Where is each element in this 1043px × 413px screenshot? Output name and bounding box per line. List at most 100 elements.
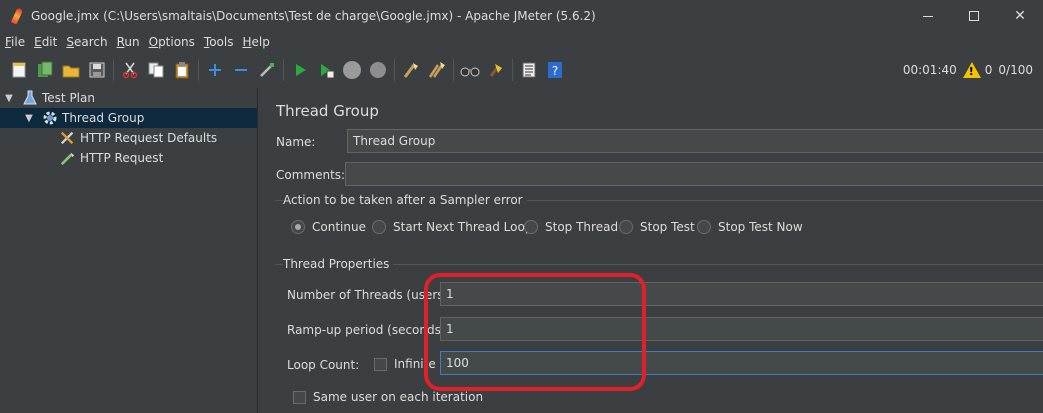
rampup-label: Ramp-up period (seconds (287, 323, 441, 337)
radio-label: Start Next Thread Loop (393, 220, 533, 234)
copy-icon (148, 62, 164, 78)
menu-tools[interactable]: Tools (204, 35, 234, 49)
shutdown-icon (370, 62, 386, 78)
open-icon (62, 65, 80, 78)
cut-button[interactable] (119, 59, 141, 81)
infinite-label: Infinite (394, 357, 436, 371)
radio-stop-test-now[interactable]: Stop Test Now (697, 220, 803, 234)
maximize-button[interactable] (951, 0, 997, 32)
panel-title: Thread Group (276, 102, 379, 120)
save-icon (89, 62, 105, 78)
tree-item-http-request[interactable]: HTTP Request (0, 148, 257, 168)
loop-count-input[interactable]: 100 (440, 351, 1043, 375)
paste-button[interactable] (171, 59, 193, 81)
menu-search[interactable]: Search (66, 35, 107, 49)
copy-button[interactable] (145, 59, 167, 81)
menu-edit[interactable]: Edit (34, 35, 57, 49)
clear-all-button[interactable] (426, 59, 448, 81)
menu-run[interactable]: Run (117, 35, 140, 49)
same-user-label: Same user on each iteration (313, 390, 484, 404)
function-helper-button[interactable] (518, 59, 540, 81)
tree-item-http-request-defaults[interactable]: HTTP Request Defaults (0, 128, 257, 148)
radio-button-icon (372, 220, 386, 234)
radio-label: Stop Thread (545, 220, 619, 234)
pipette-icon (60, 150, 76, 166)
name-input[interactable]: Thread Group (347, 129, 1043, 153)
radio-start-next-thread-loop[interactable]: Start Next Thread Loop (372, 220, 532, 234)
search-button[interactable] (459, 59, 481, 81)
start-no-pause-button[interactable] (315, 59, 337, 81)
checkbox-icon (293, 390, 306, 404)
same-user-checkbox[interactable]: Same user on each iteration (293, 390, 483, 404)
radio-continue[interactable]: Continue (291, 220, 366, 234)
tree-item-label: Thread Group (62, 111, 145, 125)
reset-search-button[interactable] (485, 59, 507, 81)
radio-label: Stop Test Now (718, 220, 803, 234)
start-no-pause-icon (321, 64, 335, 79)
split-pane-divider[interactable] (257, 88, 265, 413)
window-title: Google.jmx (C:\Users\smaltais\Documents\… (31, 9, 596, 23)
stop-button[interactable] (341, 59, 363, 81)
new-button[interactable] (8, 59, 30, 81)
clear-button[interactable] (400, 59, 422, 81)
toggle-icon (260, 63, 274, 77)
title-bar: Google.jmx (C:\Users\smaltais\Documents\… (0, 0, 1043, 32)
templates-button[interactable] (34, 59, 56, 81)
test-plan-tree: ▼ Test Plan ▼ Thread Group HTTP Request … (0, 88, 257, 413)
menu-file[interactable]: File (5, 35, 25, 49)
jmeter-logo-icon (9, 7, 25, 25)
radio-button-icon (524, 220, 538, 234)
tree-item-label: HTTP Request (80, 151, 164, 165)
open-button[interactable] (60, 59, 82, 81)
toolbar-separator (198, 59, 199, 81)
tree-item-thread-group[interactable]: ▼ Thread Group (0, 108, 257, 128)
radio-button-icon (619, 220, 633, 234)
threads-label: Number of Threads (users (287, 288, 444, 302)
close-icon: ✕ (1014, 8, 1026, 24)
tree-item-label: HTTP Request Defaults (80, 131, 218, 145)
tree-item-test-plan[interactable]: ▼ Test Plan (0, 88, 257, 108)
help-button[interactable]: ? (544, 59, 566, 81)
infinite-checkbox[interactable]: Infinite (374, 357, 436, 371)
cut-icon (122, 62, 138, 79)
status-area: 00:01:40 ! 0 0/100 (903, 52, 1033, 88)
radio-button-icon (697, 220, 711, 234)
menu-help[interactable]: Help (243, 35, 270, 49)
test-plan-icon (22, 90, 38, 106)
function-helper-icon (522, 62, 536, 78)
close-button[interactable]: ✕ (997, 0, 1043, 32)
radio-stop-test[interactable]: Stop Test (619, 220, 695, 234)
wrench-icon (60, 130, 76, 146)
chevron-down-icon[interactable]: ▼ (4, 93, 14, 104)
chevron-down-icon[interactable]: ▼ (24, 113, 34, 124)
comments-input[interactable] (345, 162, 1043, 186)
warning-icon[interactable]: ! (962, 62, 981, 78)
search-icon (460, 67, 480, 77)
sampler-error-title: Action to be taken after a Sampler error (283, 193, 527, 207)
active-threads: 0/100 (998, 63, 1033, 77)
menu-options[interactable]: Options (149, 35, 195, 49)
collapse-all-button[interactable] (230, 59, 252, 81)
radio-button-icon (291, 220, 305, 234)
toolbar-separator (512, 59, 513, 81)
warning-count: 0 (984, 63, 993, 77)
save-button[interactable] (86, 59, 108, 81)
start-button[interactable] (289, 59, 311, 81)
maximize-icon (969, 11, 979, 21)
loop-count-label: Loop Count: (287, 358, 360, 372)
rampup-input[interactable]: 1 (440, 317, 1043, 341)
radio-stop-thread[interactable]: Stop Thread (524, 220, 618, 234)
threads-input[interactable]: 1 (440, 282, 1043, 306)
shutdown-button[interactable] (367, 59, 389, 81)
toggle-button[interactable] (256, 59, 278, 81)
minimize-icon (923, 15, 933, 17)
minimize-button[interactable] (905, 0, 951, 32)
tree-item-label: Test Plan (42, 91, 95, 105)
toolbar-separator (453, 59, 454, 81)
toolbar-separator (113, 59, 114, 81)
expand-icon (209, 64, 221, 76)
stop-icon (343, 61, 361, 79)
comments-label: Comments: (276, 168, 346, 182)
window-controls: ✕ (905, 0, 1043, 32)
expand-all-button[interactable] (204, 59, 226, 81)
